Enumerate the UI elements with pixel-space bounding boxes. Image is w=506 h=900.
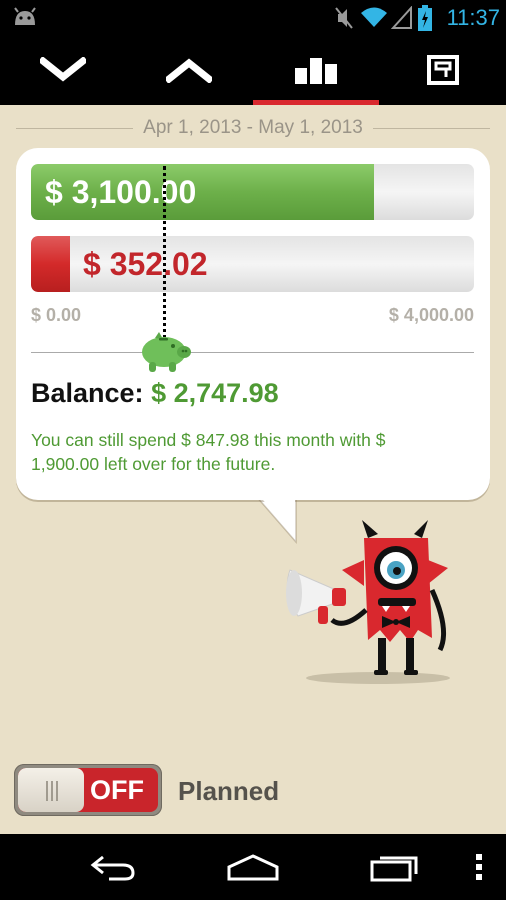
date-range-row: Apr 1, 2013 - May 1, 2013 xyxy=(0,116,506,142)
axis-min-label: $ 0.00 xyxy=(31,305,82,325)
overflow-menu-button[interactable] xyxy=(462,834,496,900)
axis-max-label: $ 4,000.00 xyxy=(388,305,474,325)
home-button[interactable] xyxy=(210,834,296,900)
mute-icon xyxy=(334,6,354,35)
balance-line: Balance: $ 2,747.98 xyxy=(31,378,279,409)
planned-toggle[interactable]: OFF xyxy=(14,764,162,816)
overflow-menu-icon xyxy=(476,854,482,880)
mascot-illustration xyxy=(282,520,458,693)
spend-message: You can still spend $ 847.98 this month … xyxy=(31,430,386,474)
tab-summary[interactable] xyxy=(253,35,379,105)
back-icon xyxy=(90,855,135,881)
register-icon xyxy=(427,55,459,85)
toggle-knob[interactable] xyxy=(18,768,84,812)
tab-register[interactable] xyxy=(380,35,506,105)
status-clock: 11:37 xyxy=(446,5,500,30)
balance-value: $ 2,747.98 xyxy=(151,378,279,408)
status-bar: 11:37 xyxy=(0,0,506,35)
expense-bar-fill xyxy=(31,236,70,292)
recent-apps-icon xyxy=(370,856,418,882)
grip-icon xyxy=(46,781,58,801)
battery-icon xyxy=(418,5,432,36)
expense-amount: $ 352.02 xyxy=(83,246,208,282)
bar-chart-icon xyxy=(295,58,337,84)
back-button[interactable] xyxy=(70,834,156,900)
income-amount: $ 3,100.00 xyxy=(45,174,197,210)
toggle-track: OFF xyxy=(18,768,158,812)
signal-icon xyxy=(390,5,413,35)
tab-expand[interactable] xyxy=(126,35,252,105)
divider xyxy=(31,352,474,353)
toggle-state: OFF xyxy=(90,775,144,805)
wifi-icon xyxy=(360,5,388,34)
chevron-up-icon xyxy=(166,58,212,83)
date-range: Apr 1, 2013 - May 1, 2013 xyxy=(133,117,373,138)
tab-collapse[interactable] xyxy=(0,35,126,105)
tab-bar xyxy=(0,35,506,105)
home-icon xyxy=(227,854,279,881)
android-icon xyxy=(12,7,38,32)
expense-bar: $ 352.02 xyxy=(31,236,474,292)
system-nav-bar xyxy=(0,834,506,900)
piggy-bank-icon[interactable] xyxy=(137,330,193,379)
spend-marker-line xyxy=(163,166,166,346)
income-bar: $ 3,100.00 xyxy=(31,164,474,220)
chevron-down-icon xyxy=(40,57,86,82)
balance-label: Balance: xyxy=(31,378,144,408)
planned-label: Planned xyxy=(178,776,280,806)
recent-apps-button[interactable] xyxy=(352,834,438,900)
